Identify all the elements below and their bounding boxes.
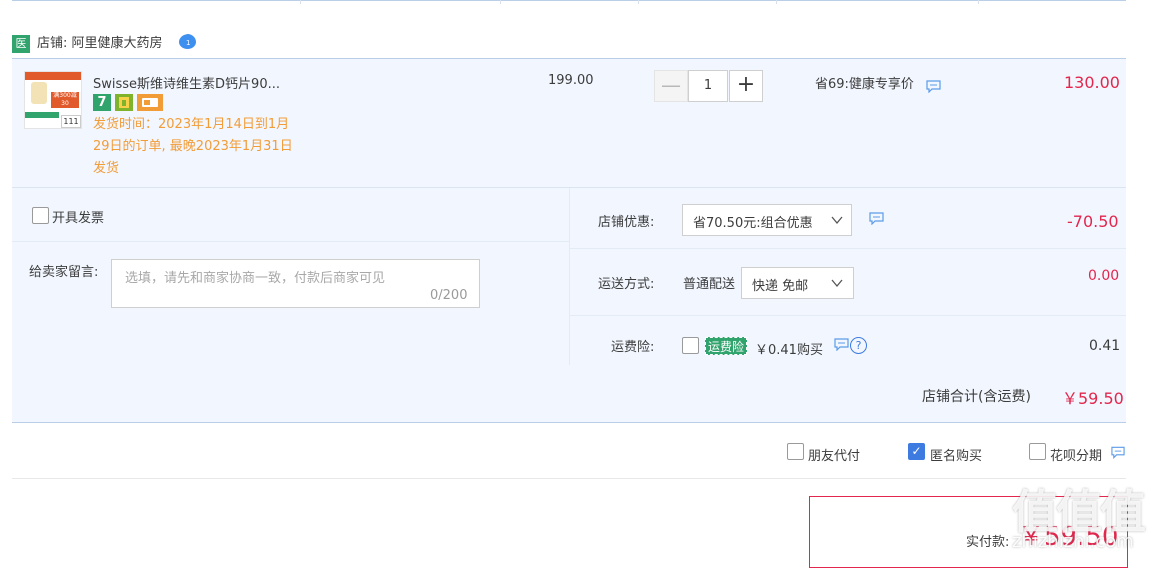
quantity-increase-button[interactable]: +: [729, 70, 763, 102]
anonymous-purchase-checkbox[interactable]: ✓: [908, 443, 925, 460]
column-separator: [300, 0, 301, 4]
remark-char-count: 0/200: [430, 288, 468, 303]
insurance-value: 0.41: [1089, 338, 1121, 354]
tmall-icon: [115, 94, 133, 111]
message-icon[interactable]: [869, 212, 884, 225]
column-separator: [638, 0, 639, 4]
thumb-banner: [25, 72, 81, 80]
seven-day-return-tag: 7: [93, 94, 111, 111]
chevron-down-icon: [831, 279, 843, 288]
column-separator: [776, 0, 777, 4]
options-column-divider: [569, 188, 570, 365]
shop-level-icon[interactable]: 1: [178, 33, 197, 50]
insurance-label: 运费险:: [611, 340, 655, 355]
column-separator: [978, 0, 979, 4]
thumb-number: 111: [61, 115, 81, 128]
insurance-price: ￥0.41购买: [755, 343, 823, 358]
item-total-price: 130.00: [1064, 73, 1120, 92]
shop-name[interactable]: 店铺: 阿里健康大药房: [37, 35, 163, 53]
remark-placeholder: 选填，请先和商家协商一致，付款后商家可见: [125, 271, 386, 286]
column-separator: [500, 0, 501, 4]
product-thumbnail[interactable]: 满300减30 111: [24, 71, 82, 129]
payment-divider: [12, 478, 1126, 479]
friend-pay-label[interactable]: 朋友代付: [808, 445, 860, 464]
invoice-label[interactable]: 开具发票: [52, 207, 104, 226]
options-divider: [12, 241, 569, 242]
options-divider: [570, 248, 1126, 249]
delivery-method: 普通配送: [683, 277, 736, 292]
huabei-installment-checkbox[interactable]: [1029, 443, 1046, 460]
shipping-notice: 发货时间：2023年1月14日到1月29日的订单, 最晚2023年1月31日发货: [93, 117, 293, 176]
delivery-select[interactable]: 快递 免邮: [741, 267, 854, 299]
options-divider: [570, 315, 1126, 316]
chevron-down-icon: [831, 216, 843, 225]
item-discount-label: 省69:健康专享价: [815, 77, 914, 92]
friend-pay-checkbox[interactable]: [787, 443, 804, 460]
message-icon[interactable]: [926, 80, 941, 93]
insurance-tag: 运费险: [705, 337, 747, 355]
shop-discount-label: 店铺优惠:: [598, 215, 655, 230]
quantity-decrease-button[interactable]: —: [654, 70, 688, 102]
shop-discount-selected: 省70.50元:组合优惠: [693, 216, 813, 231]
shop-type-badge: 医: [12, 35, 30, 53]
delivery-value: 0.00: [1088, 268, 1120, 284]
thumb-strip: [25, 112, 59, 118]
delivery-selected: 快递 免邮: [752, 279, 809, 294]
shop-subtotal-value: ￥59.50: [1062, 389, 1124, 408]
site-watermark-url: zhizhizhi.com: [1012, 531, 1134, 552]
final-payment-label: 实付款:: [966, 535, 1010, 550]
top-border: [12, 0, 1126, 1]
card-icon: [137, 94, 163, 111]
insurance-checkbox[interactable]: [682, 337, 699, 354]
message-icon[interactable]: [834, 338, 849, 351]
subtotal-divider: [12, 422, 1126, 423]
thumb-bottle: [31, 82, 47, 104]
delivery-label: 运送方式:: [598, 277, 655, 292]
remark-label: 给卖家留言:: [29, 265, 99, 280]
huabei-installment-label[interactable]: 花呗分期: [1050, 445, 1102, 464]
product-title[interactable]: Swisse斯维诗维生素D钙片90...: [93, 73, 280, 92]
message-icon[interactable]: [1111, 446, 1125, 459]
unit-price: 199.00: [548, 73, 594, 88]
shop-discount-value: -70.50: [1067, 212, 1119, 231]
quantity-input[interactable]: 1: [688, 70, 728, 102]
invoice-checkbox[interactable]: [32, 207, 49, 224]
svg-text:1: 1: [186, 39, 190, 47]
help-icon[interactable]: ?: [850, 337, 867, 354]
anonymous-purchase-label[interactable]: 匿名购买: [930, 445, 982, 464]
thumb-promo: 满300减30: [51, 92, 79, 108]
shop-discount-select[interactable]: 省70.50元:组合优惠: [682, 204, 852, 236]
shop-subtotal-label: 店铺合计(含运费): [922, 389, 1031, 405]
